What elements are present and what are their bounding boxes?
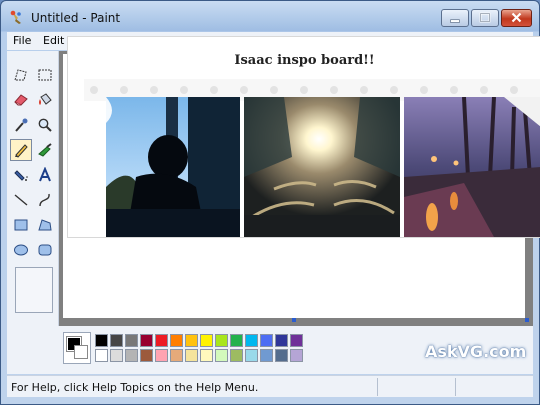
eraser-icon [14,94,28,106]
color-swatch[interactable] [230,334,243,347]
photo-bus-interior [244,97,400,237]
tool-rectangle[interactable] [10,214,32,236]
tool-options-box[interactable] [15,267,53,313]
tool-pick-color[interactable] [10,114,32,136]
photo-rainy-street [404,97,540,237]
maximize-icon [479,12,491,23]
color-swatch[interactable] [260,349,273,362]
status-bar: For Help, click Help Topics on the Help … [7,375,533,397]
line-icon [14,194,28,206]
color-swatch[interactable] [185,334,198,347]
close-icon [511,12,522,23]
tool-free-form-select[interactable] [10,64,32,86]
pick-color-icon [15,118,28,132]
current-colors[interactable] [63,332,91,364]
color-swatch[interactable] [155,349,168,362]
color-swatch[interactable] [215,349,228,362]
tool-brush[interactable] [34,139,56,161]
fill-icon [39,93,52,105]
title-bar[interactable]: Untitled - Paint [1,1,539,33]
polygon-icon [38,219,52,231]
tool-curve[interactable] [34,189,56,211]
color-swatch[interactable] [230,349,243,362]
resize-handle-corner[interactable] [525,318,529,322]
color-swatch[interactable] [140,334,153,347]
airbrush-icon [14,170,28,181]
brush-icon [38,143,52,157]
color-swatch[interactable] [170,349,183,362]
window-title: Untitled - Paint [31,11,121,25]
minimize-icon [450,19,460,23]
color-swatch[interactable] [140,349,153,362]
minimize-button[interactable] [441,9,469,27]
tool-select[interactable] [34,64,56,86]
rounded-rectangle-icon [38,244,52,256]
free-form-select-icon [14,69,27,81]
color-swatch[interactable] [200,349,213,362]
paint-app-icon[interactable] [9,9,25,25]
background-color[interactable] [74,345,88,359]
color-swatch[interactable] [275,334,288,347]
color-swatch[interactable] [185,349,198,362]
color-swatch[interactable] [110,349,123,362]
color-swatch[interactable] [155,334,168,347]
photo-window-silhouette [106,97,240,237]
status-separator [377,378,378,396]
tool-pencil[interactable] [10,139,32,161]
maximize-button[interactable] [471,9,499,27]
toolbox [7,51,59,326]
color-swatch[interactable] [245,349,258,362]
color-swatch[interactable] [110,334,123,347]
color-swatch[interactable] [170,334,183,347]
watermark: AskVG.com [425,342,527,361]
tool-rounded-rectangle[interactable] [34,239,56,261]
color-swatch[interactable] [125,349,138,362]
resize-handle-bottom[interactable] [292,318,296,322]
inspo-board-image[interactable]: Isaac inspo board!! [68,37,540,237]
color-swatch[interactable] [290,349,303,362]
tool-airbrush[interactable] [10,164,32,186]
color-swatch[interactable] [95,349,108,362]
tool-magnifier[interactable] [34,114,56,136]
pencil-icon [15,144,28,158]
rectangle-icon [14,219,28,231]
color-swatch[interactable] [290,334,303,347]
color-palette: AskVG.com [7,326,533,374]
board-title: Isaac inspo board!! [234,53,375,68]
select-icon [38,69,52,81]
ellipse-icon [14,244,28,256]
color-swatch[interactable] [215,334,228,347]
color-swatch[interactable] [260,334,273,347]
tool-ellipse[interactable] [10,239,32,261]
color-swatch[interactable] [95,334,108,347]
tool-eraser[interactable] [10,89,32,111]
color-swatch[interactable] [245,334,258,347]
status-separator [455,378,456,396]
paint-window: Untitled - Paint File Edit View Image Co… [0,0,540,405]
tool-line[interactable] [10,189,32,211]
menu-file[interactable]: File [13,34,31,47]
color-swatch[interactable] [275,349,288,362]
close-button[interactable] [501,9,532,27]
tool-fill[interactable] [34,89,56,111]
color-swatch[interactable] [125,334,138,347]
curve-icon [39,193,50,207]
color-swatch[interactable] [200,334,213,347]
tool-text[interactable] [34,164,56,186]
tool-polygon[interactable] [34,214,56,236]
menu-edit[interactable]: Edit [43,34,64,47]
status-text: For Help, click Help Topics on the Help … [11,381,259,394]
magnifier-icon [38,118,52,132]
text-icon [39,167,51,182]
